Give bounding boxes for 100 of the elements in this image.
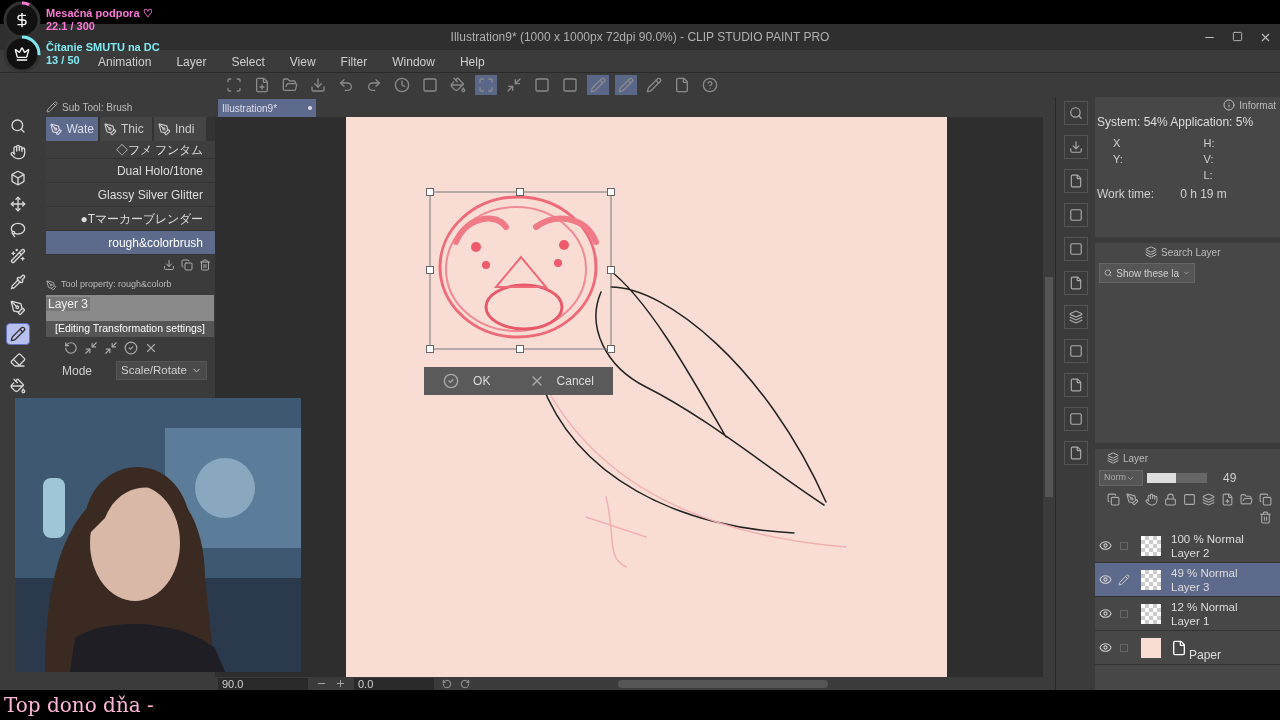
maximize-icon[interactable] <box>1232 30 1243 42</box>
layer-mode: 49 % Normal <box>1171 565 1238 580</box>
panel-tab[interactable]: Layer <box>1123 450 1148 466</box>
layer-name: Layer 3 <box>46 297 91 311</box>
menu-item[interactable]: Filter <box>340 56 368 69</box>
checkbox[interactable] <box>1120 643 1128 652</box>
panel-icon[interactable] <box>1063 135 1088 159</box>
panel-icon[interactable] <box>1063 101 1088 125</box>
ticker-text: Top dono dňa - <box>4 692 154 719</box>
download-icon[interactable] <box>163 259 175 271</box>
layer-tool-icon[interactable] <box>1107 493 1120 506</box>
filter-dropdown[interactable]: Show these la <box>1099 263 1195 283</box>
ok-button[interactable]: OK <box>443 372 491 390</box>
rotate-left-icon[interactable] <box>442 678 452 689</box>
eye-icon[interactable] <box>1098 573 1112 586</box>
layer-tool-icon[interactable] <box>1202 493 1215 506</box>
menu-item[interactable]: Select <box>231 56 265 69</box>
panel-tab[interactable]: Search Layer <box>1161 244 1221 260</box>
layer-name: Layer 3 <box>1171 579 1211 594</box>
angle-field[interactable]: 0.0 <box>354 677 434 690</box>
zoom-in-icon[interactable] <box>335 678 346 689</box>
goal-title: Čítanie SMUTU na DC <box>46 41 160 54</box>
panel-icon[interactable] <box>1063 339 1088 363</box>
layer-tool-icon[interactable] <box>1164 493 1177 506</box>
menu-item[interactable]: Animation <box>98 56 152 69</box>
opacity-slider[interactable] <box>1147 473 1207 483</box>
panel-icon[interactable] <box>1063 407 1088 431</box>
layer-name: Paper <box>1189 646 1222 664</box>
search-layer-icon <box>1145 246 1157 258</box>
layer-tool-icon[interactable] <box>1126 493 1139 506</box>
panel-icon[interactable] <box>1063 441 1088 465</box>
window-title: Illustration9* (1000 x 1000px 72dpi 90.0%) - CLIP STUDIO PAINT PRO <box>450 29 830 46</box>
layer-mode: 12 % Normal <box>1171 599 1238 614</box>
eye-icon[interactable] <box>1098 641 1112 654</box>
canvas[interactable]: OK Cancel <box>346 117 947 677</box>
brush-item[interactable]: rough&colorbrush <box>46 231 215 255</box>
pen-icon <box>158 122 171 136</box>
pencil-icon[interactable] <box>6 323 30 345</box>
rotate-right-icon[interactable] <box>460 678 470 689</box>
layer-tool-icon[interactable] <box>1221 493 1234 506</box>
reset-icon[interactable] <box>64 340 78 355</box>
brush-icon <box>46 279 57 291</box>
panel-tab[interactable]: Informat <box>1239 97 1276 113</box>
info-icon <box>1223 99 1236 111</box>
layer-tool-icon[interactable] <box>1183 493 1196 506</box>
layer-tool-icon[interactable] <box>1259 511 1272 524</box>
pen-icon <box>104 122 117 136</box>
opacity-value[interactable]: 49 <box>1223 469 1237 487</box>
cancel-button[interactable]: Cancel <box>528 372 594 390</box>
horizontal-scrollbar[interactable] <box>618 679 828 688</box>
brush-icon <box>46 101 58 113</box>
brush-tab[interactable]: Thic <box>100 117 152 141</box>
layer-tool-icon[interactable] <box>1145 493 1158 506</box>
confirm-icon[interactable] <box>124 340 138 355</box>
layer-tool-icon[interactable] <box>1240 493 1253 506</box>
layer-tool-icon[interactable] <box>1259 493 1272 506</box>
checkbox[interactable] <box>1120 541 1128 550</box>
goal-title: Mesačná podpora ♡ <box>46 7 153 20</box>
panel-icon[interactable] <box>1063 305 1088 329</box>
layer-thumbnail <box>1141 535 1161 556</box>
panel-icon[interactable] <box>1063 237 1088 261</box>
layer-row[interactable]: Paper <box>1095 631 1280 665</box>
brush-tab[interactable]: Wate <box>46 117 98 141</box>
eye-icon[interactable] <box>1098 607 1112 620</box>
duplicate-icon[interactable] <box>181 259 193 271</box>
panel-icon[interactable] <box>1063 271 1088 295</box>
menu-item[interactable]: Layer <box>176 56 207 69</box>
panel-title: Sub Tool: Brush <box>62 100 133 115</box>
menu-item[interactable]: Help <box>459 56 485 69</box>
layer-row[interactable]: 49 % Normal Layer 3 <box>1095 563 1280 597</box>
zoom-field[interactable]: 90.0 <box>218 677 308 690</box>
coordinate-label: H: <box>1202 136 1216 151</box>
search-icon <box>1104 267 1113 279</box>
goal-progress: 22.1 / 300 <box>46 20 95 33</box>
coordinate-label: V: <box>1202 152 1215 167</box>
check-icon <box>443 373 460 389</box>
transform-box[interactable] <box>426 188 615 353</box>
panel-title: Tool property: rough&colorb <box>61 278 172 292</box>
mode-dropdown[interactable]: Scale/Rotate <box>116 361 207 381</box>
panel-icon[interactable] <box>1063 169 1088 193</box>
coordinate-label: Y: <box>1112 152 1124 167</box>
layer-row[interactable]: 12 % Normal Layer 1 <box>1095 597 1280 631</box>
document-tab[interactable]: Illustration9* <box>218 99 316 117</box>
coordinate-label: L: <box>1202 168 1214 183</box>
pen-icon <box>50 122 63 136</box>
panel-icon[interactable] <box>1063 203 1088 227</box>
panel-icon[interactable] <box>1063 373 1088 397</box>
menu-item[interactable]: View <box>289 56 316 69</box>
layers-icon <box>1107 452 1119 464</box>
brush-item[interactable]: ◇フメ フンタム <box>46 141 215 159</box>
trash-icon[interactable] <box>199 259 211 271</box>
menu-item[interactable]: Window <box>392 56 435 69</box>
paper-icon <box>1171 639 1187 656</box>
layer-thumbnail <box>1141 569 1161 590</box>
brush-tab[interactable]: Indi <box>154 117 206 141</box>
layer-mode: 100 % Normal <box>1171 531 1244 546</box>
eye-icon[interactable] <box>1098 539 1112 552</box>
checkbox[interactable] <box>1120 609 1128 618</box>
work-time-value: 0 h 19 m <box>1180 186 1227 203</box>
layer-thumbnail <box>1141 603 1161 624</box>
